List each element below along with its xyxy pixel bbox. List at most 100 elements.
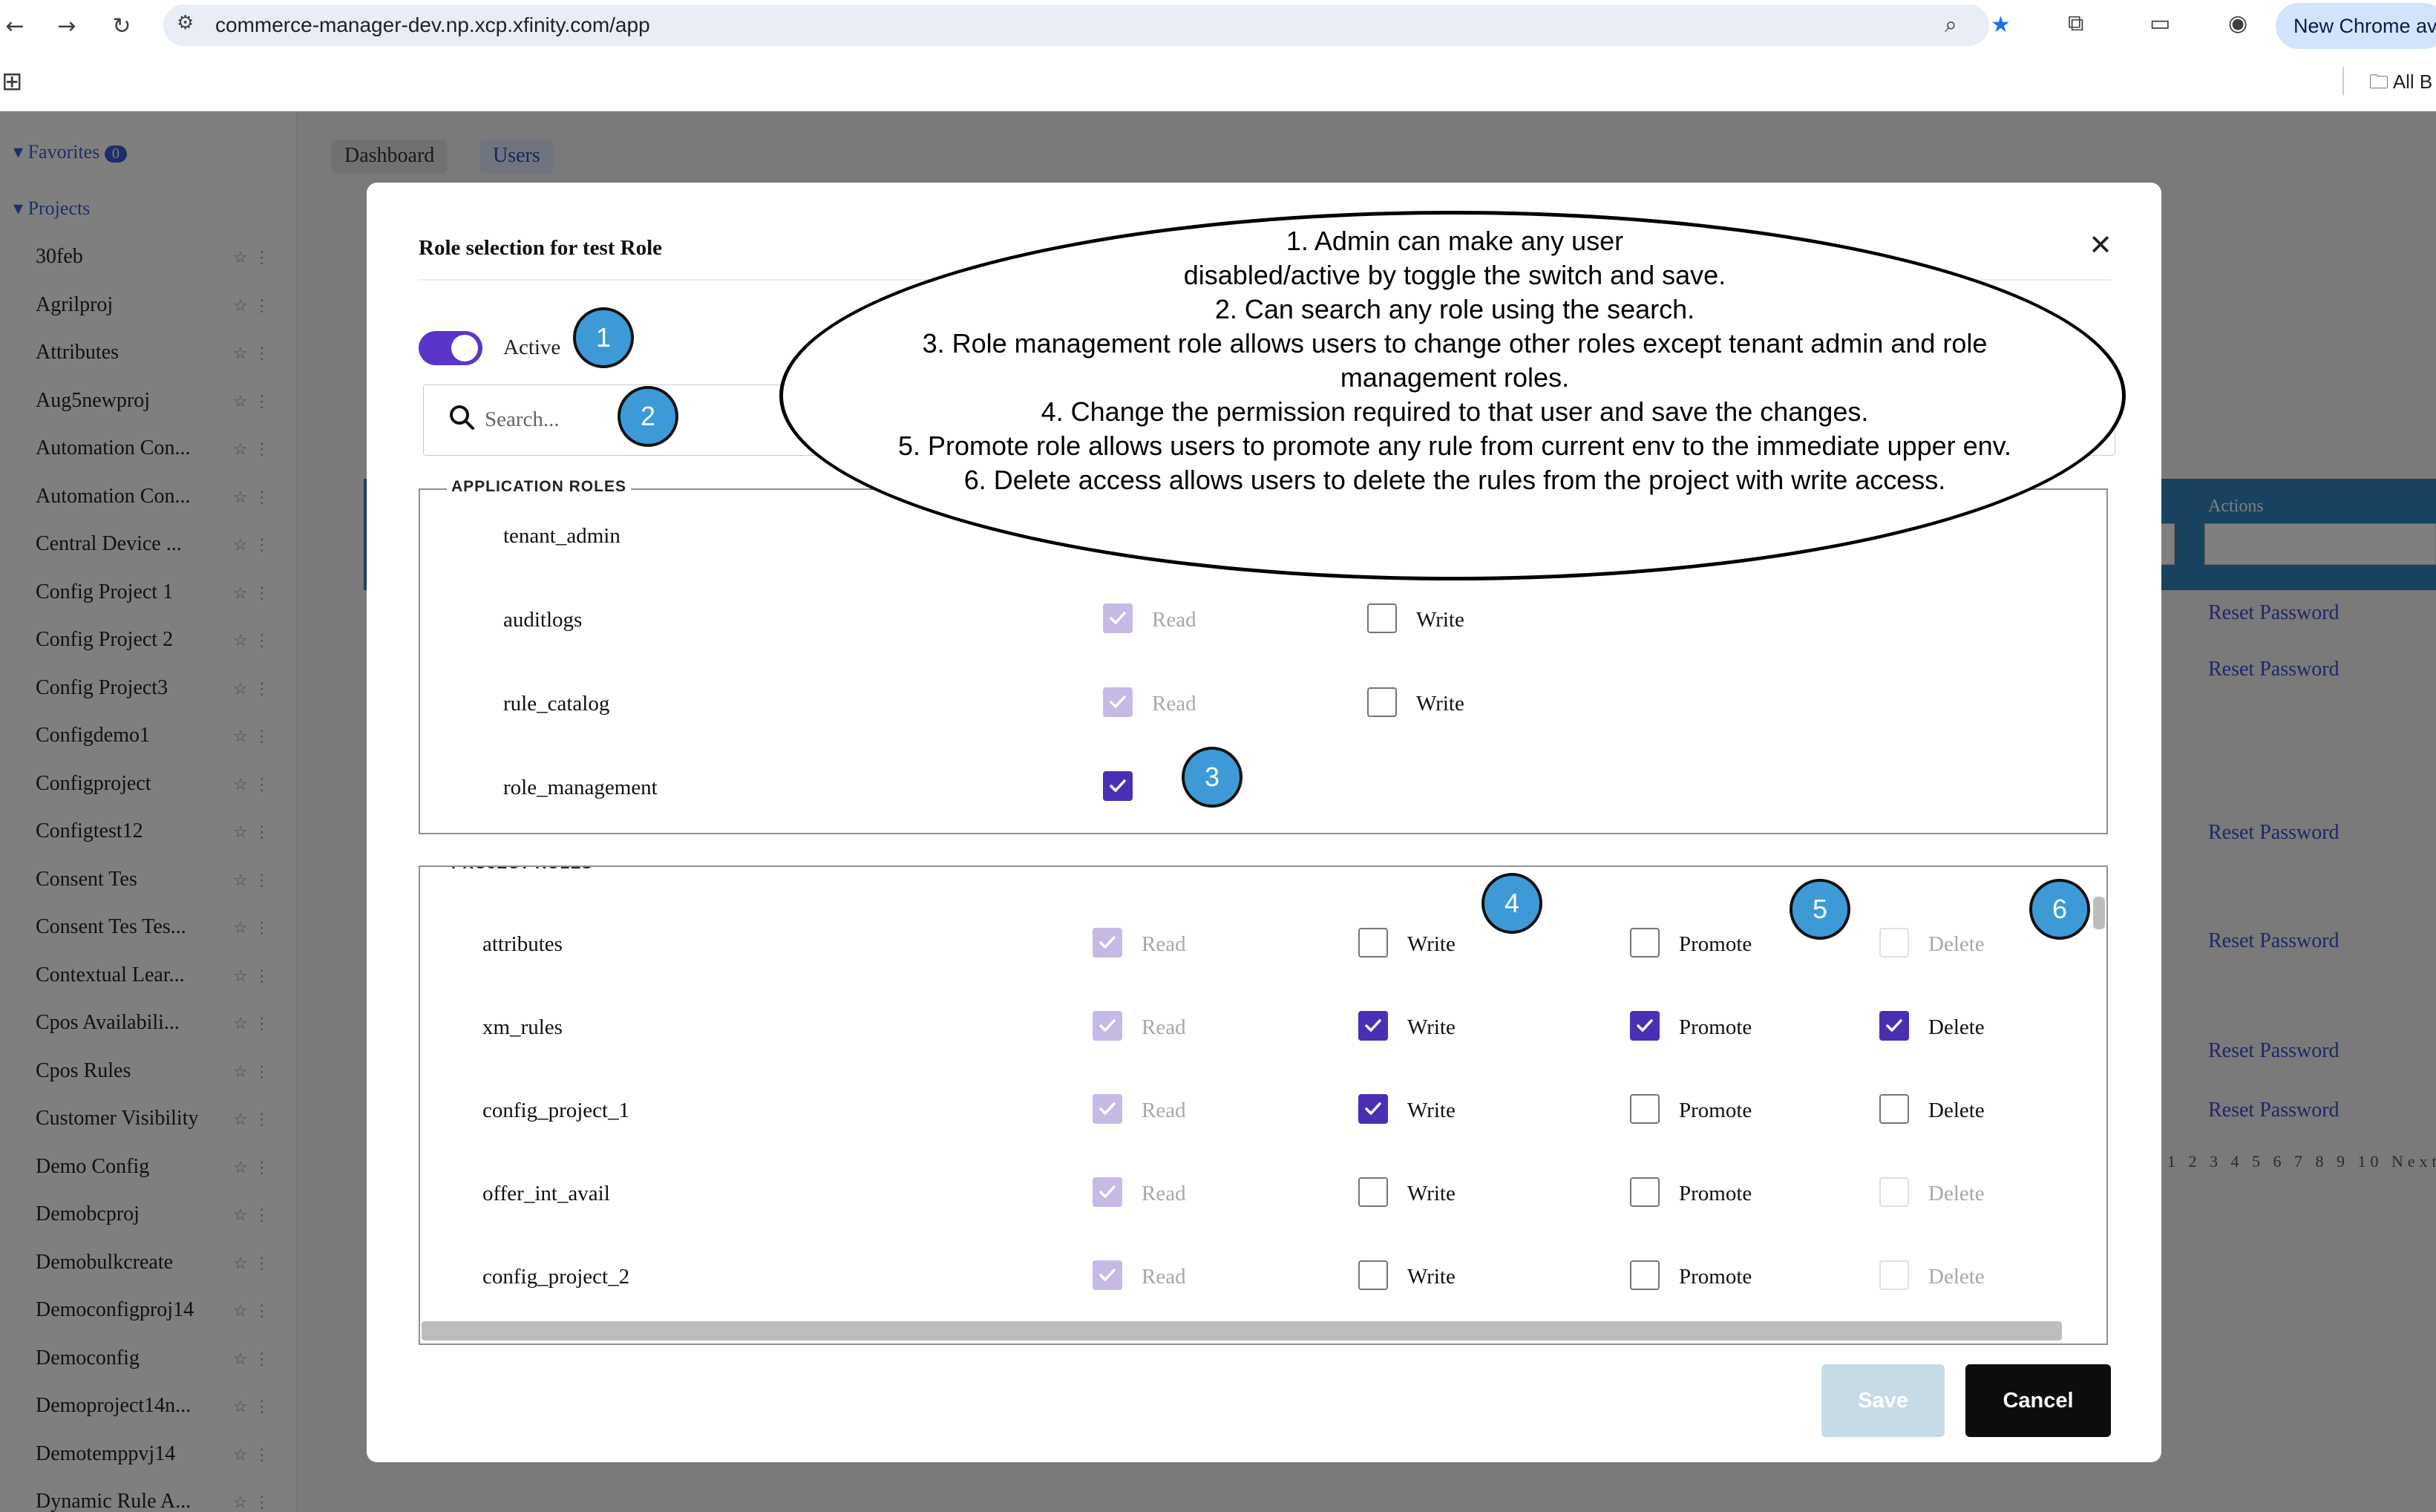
- write-label: Write: [1407, 1182, 1456, 1205]
- horizontal-scrollbar-thumb[interactable]: [422, 1321, 2062, 1341]
- address-bar[interactable]: ⚙ commerce-manager-dev.np.xcp.xfinity.co…: [163, 4, 2011, 46]
- role-name: attributes: [482, 932, 563, 956]
- read-label: Read: [1142, 1265, 1186, 1289]
- folder-icon: 🗀: [2369, 71, 2389, 93]
- read-label: Read: [1142, 1099, 1186, 1122]
- role-name: config_project_2: [482, 1265, 630, 1289]
- all-bookmarks-button[interactable]: 🗀 All B: [2369, 68, 2432, 101]
- write-checkbox[interactable]: [1358, 1011, 1388, 1041]
- read-checkbox: [1093, 1094, 1122, 1124]
- delete-checkbox: [1879, 1260, 1909, 1290]
- role-name: xm_rules: [482, 1015, 563, 1039]
- read-label: Read: [1142, 932, 1186, 956]
- cancel-button[interactable]: Cancel: [1965, 1364, 2111, 1437]
- annotation-line: 4. Change the permission required to tha…: [1041, 396, 1869, 427]
- read-label: Read: [1142, 1182, 1186, 1205]
- project-roles-legend: PROJECT ROLES: [447, 867, 597, 873]
- bookmarks-divider: [2342, 67, 2344, 95]
- reload-icon[interactable]: ↻: [107, 12, 137, 42]
- role-name: tenant_admin: [503, 524, 621, 548]
- annotation-line: management roles.: [1340, 362, 1570, 393]
- delete-checkbox[interactable]: [1879, 1094, 1909, 1124]
- write-label: Write: [1407, 1015, 1456, 1039]
- write-label: Write: [1407, 1265, 1456, 1289]
- delete-checkbox: [1879, 928, 1909, 958]
- role-management-checkbox[interactable]: [1103, 771, 1133, 801]
- modal-title: Role selection for test Role: [419, 236, 663, 260]
- write-checkbox[interactable]: [1367, 687, 1397, 717]
- annotation-badge-1: 1: [573, 307, 634, 368]
- site-settings-icon[interactable]: ⚙: [177, 12, 194, 34]
- new-chrome-button[interactable]: New Chrome av: [2276, 3, 2436, 49]
- tab-search-icon[interactable]: ▭: [2149, 10, 2170, 36]
- delete-checkbox[interactable]: [1879, 1011, 1909, 1041]
- write-checkbox[interactable]: [1358, 1260, 1388, 1290]
- horizontal-scrollbar[interactable]: [420, 1318, 2106, 1344]
- annotation-line: 5. Promote role allows users to promote …: [897, 431, 2012, 461]
- promote-checkbox[interactable]: [1630, 928, 1660, 958]
- role-name: rule_catalog: [503, 692, 610, 716]
- read-checkbox: [1093, 1011, 1122, 1041]
- application-roles-legend: APPLICATION ROLES: [447, 478, 631, 496]
- role-name: role_management: [503, 776, 658, 799]
- annotation-line: 3. Role management role allows users to …: [922, 328, 1988, 359]
- forward-icon[interactable]: →: [52, 12, 82, 42]
- read-label: Read: [1152, 692, 1196, 716]
- promote-checkbox[interactable]: [1630, 1094, 1660, 1124]
- role-name: auditlogs: [503, 608, 583, 632]
- promote-label: Promote: [1679, 1099, 1752, 1122]
- promote-label: Promote: [1679, 1182, 1752, 1205]
- read-label: Read: [1152, 608, 1196, 632]
- promote-checkbox[interactable]: [1630, 1177, 1660, 1207]
- read-checkbox: [1093, 1260, 1122, 1290]
- save-button[interactable]: Save: [1821, 1364, 1945, 1437]
- vertical-scrollbar[interactable]: [2093, 897, 2105, 929]
- active-toggle[interactable]: [419, 331, 482, 365]
- write-checkbox[interactable]: [1367, 603, 1397, 633]
- write-checkbox[interactable]: [1358, 928, 1388, 958]
- close-icon[interactable]: ✕: [2083, 227, 2118, 263]
- delete-label: Delete: [1928, 1182, 1985, 1205]
- search-icon: [450, 405, 474, 430]
- promote-label: Promote: [1679, 1015, 1752, 1039]
- annotation-badge-3: 3: [1182, 747, 1242, 808]
- annotation-line: 1. Admin can make any user: [1286, 226, 1624, 256]
- write-label: Write: [1416, 608, 1464, 632]
- bookmark-star-icon[interactable]: ★: [1991, 12, 2011, 38]
- back-icon[interactable]: ←: [0, 12, 30, 42]
- role-name: config_project_1: [482, 1099, 630, 1122]
- promote-label: Promote: [1679, 1265, 1752, 1289]
- role-name: offer_int_avail: [482, 1182, 610, 1205]
- delete-label: Delete: [1928, 1265, 1985, 1289]
- promote-checkbox[interactable]: [1630, 1260, 1660, 1290]
- extensions-icon[interactable]: ⧉: [2068, 10, 2083, 36]
- annotation-badge-4: 4: [1481, 873, 1542, 934]
- annotation-badge-2: 2: [618, 386, 678, 447]
- browser-toolbar: ← → ↻ ⚙ commerce-manager-dev.np.xcp.xfin…: [0, 0, 2436, 52]
- zoom-icon[interactable]: ⌕: [1945, 12, 1957, 38]
- promote-checkbox[interactable]: [1630, 1011, 1660, 1041]
- annotation-line: 6. Delete access allows users to delete …: [963, 465, 1946, 495]
- url-text[interactable]: commerce-manager-dev.np.xcp.xfinity.com/…: [215, 13, 650, 37]
- bookmarks-bar: ⊞ 🗀 All B: [0, 52, 2436, 111]
- read-checkbox: [1093, 1177, 1122, 1207]
- apps-grid-icon[interactable]: ⊞: [1, 67, 23, 96]
- active-label: Active: [503, 336, 561, 359]
- read-label: Read: [1142, 1015, 1186, 1039]
- profile-icon[interactable]: ◉: [2228, 10, 2247, 36]
- write-label: Write: [1416, 692, 1464, 716]
- write-label: Write: [1407, 932, 1456, 956]
- delete-label: Delete: [1928, 1099, 1985, 1122]
- write-checkbox[interactable]: [1358, 1177, 1388, 1207]
- read-checkbox: [1103, 687, 1133, 717]
- project-roles-group: PROJECT ROLES attributes Read Write Promote…: [419, 865, 2108, 1345]
- annotation-line: 2. Can search any role using the search.: [1214, 294, 1695, 324]
- write-checkbox[interactable]: [1358, 1094, 1388, 1124]
- promote-label: Promote: [1679, 932, 1752, 956]
- annotation-badge-6: 6: [2029, 879, 2090, 940]
- read-checkbox: [1103, 603, 1133, 633]
- delete-label: Delete: [1928, 932, 1985, 956]
- annotation-badge-5: 5: [1790, 879, 1850, 940]
- delete-label: Delete: [1928, 1015, 1985, 1039]
- search-placeholder: Search...: [485, 408, 560, 431]
